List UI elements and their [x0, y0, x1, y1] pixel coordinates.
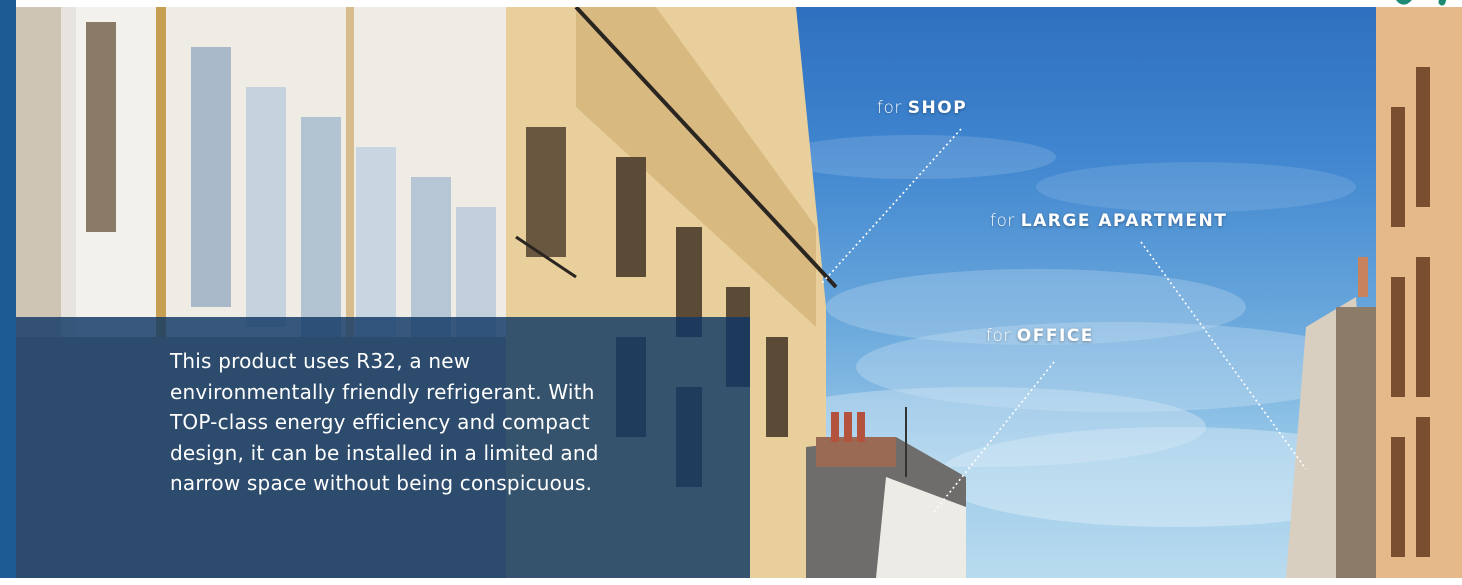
description-line: TOP-class energy efficiency and compact: [170, 410, 590, 434]
callout-office: for OFFICE: [986, 326, 1094, 346]
callout-office-keyword: OFFICE: [1016, 326, 1094, 346]
hero-banner: for SHOP for LARGE APARTMENT for OFFICE …: [0, 0, 1462, 585]
callout-shop-keyword: SHOP: [907, 98, 968, 118]
description-line: This product uses R32, a new: [170, 349, 471, 373]
description-line: narrow space without being conspicuous.: [170, 471, 593, 495]
brand-logo-icon: [1396, 0, 1447, 6]
left-accent-strip: [0, 0, 16, 585]
callout-large-apartment-prefix: for: [990, 211, 1015, 231]
callout-shop: for SHOP: [877, 98, 967, 118]
callout-shop-prefix: for: [877, 98, 902, 118]
description-text: This product uses R32, a new environment…: [170, 346, 690, 499]
callout-large-apartment: for LARGE APARTMENT: [990, 211, 1227, 231]
bottom-border: [0, 578, 1462, 585]
callout-large-apartment-keyword: LARGE APARTMENT: [1020, 211, 1228, 231]
description-line: design, it can be installed in a limited…: [170, 440, 599, 465]
callout-office-prefix: for: [986, 326, 1011, 346]
right-buildings: [1286, 7, 1462, 578]
description-line: environmentally friendly refrigerant. Wi…: [170, 379, 595, 404]
